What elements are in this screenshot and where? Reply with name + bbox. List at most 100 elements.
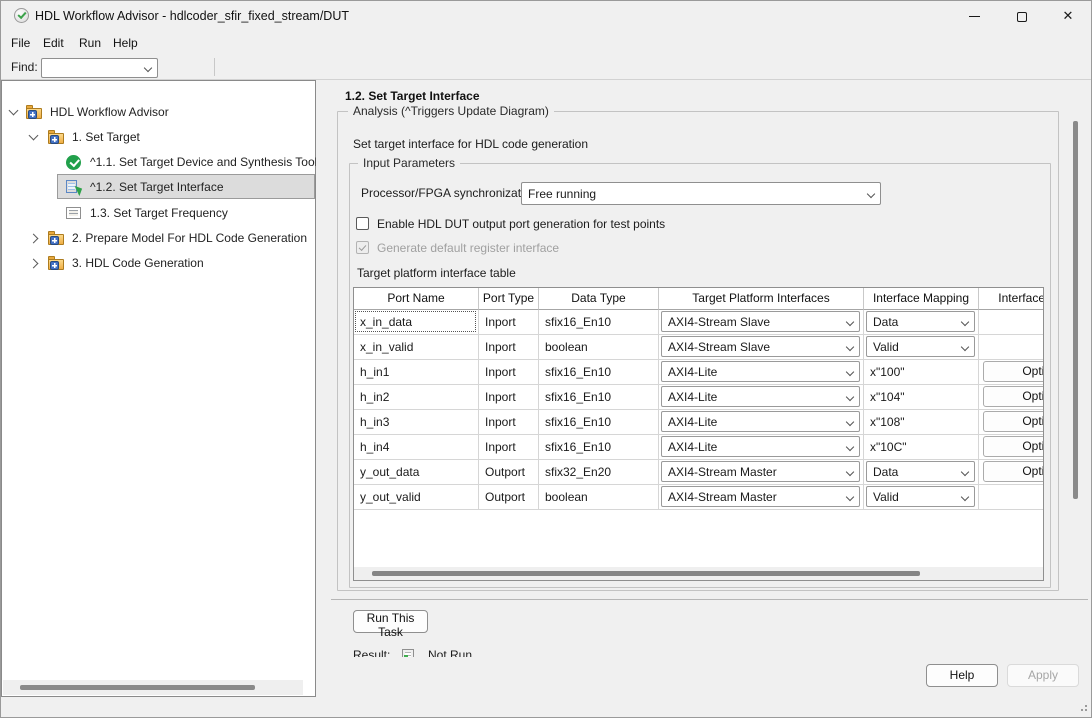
sync-select[interactable]: Free running [521,182,881,205]
tree-horizontal-scrollbar[interactable] [3,680,303,695]
target-platform-interface-select[interactable]: AXI4-Stream Slave [661,311,860,332]
menu-help[interactable]: Help [113,36,138,50]
port-type-cell: Outport [479,485,538,509]
register-interface-checkbox [356,241,369,254]
tree-item-set-target-interface[interactable]: ^1.2. Set Target Interface [2,175,312,199]
panel-vertical-scrollbar[interactable] [1073,121,1078,499]
interface-mapping-select[interactable]: Data [866,461,975,482]
maximize-button[interactable] [999,1,1045,31]
interface-options-button[interactable]: Options [983,461,1044,482]
close-button[interactable]: ✕ [1045,1,1091,31]
interface-mapping-select[interactable]: Valid [866,486,975,507]
result-status-icon [402,649,414,657]
testpoints-checkbox-label[interactable]: Enable HDL DUT output port generation fo… [377,217,665,231]
target-platform-interface-select[interactable]: AXI4-Lite [661,361,860,382]
port-type-cell: Inport [479,360,538,384]
port-name-cell[interactable]: h_in3 [354,410,478,434]
resize-grip[interactable] [1079,703,1087,711]
interface-mapping-address-cell[interactable]: x"100" [864,360,978,384]
tree-item-set-target[interactable]: 1. Set Target [2,125,312,149]
minimize-button[interactable] [951,1,997,31]
table-row: h_in4 Inport sfix16_En10 AXI4-Lite x"10C… [354,435,1044,460]
workflow-folder-icon [48,130,65,144]
table-horizontal-scrollbar[interactable] [354,567,1044,580]
port-type-cell: Outport [479,460,538,484]
interface-mapping-select[interactable]: Valid [866,336,975,357]
tree-item-label: 1.3. Set Target Frequency [90,201,228,225]
port-name-cell[interactable]: h_in1 [354,360,478,384]
port-name-cell[interactable]: x_in_valid [354,335,478,359]
chevron-down-icon [846,343,854,351]
chevron-down-icon [846,468,854,476]
port-name-cell[interactable]: y_out_data [354,460,478,484]
tree-scrollbar-thumb[interactable] [20,685,255,690]
tree-item-set-target-device[interactable]: ^1.1. Set Target Device and Synthesis To… [2,150,312,174]
menu-bar: File Edit Run Help [1,31,1091,55]
target-platform-interface-select[interactable]: AXI4-Stream Master [661,486,860,507]
target-platform-interface-select[interactable]: AXI4-Lite [661,436,860,457]
task-panel-scroll-area: 1.2. Set Target Interface Analysis (^Tri… [316,80,1092,657]
table-row: h_in1 Inport sfix16_En10 AXI4-Lite x"100… [354,360,1044,385]
toolbar-separator [214,58,215,76]
data-type-cell: sfix16_En10 [539,310,658,334]
help-button[interactable]: Help [926,664,998,687]
run-this-task-button[interactable]: Run This Task [353,610,428,633]
title-bar[interactable]: HDL Workflow Advisor - hdlcoder_sfir_fix… [1,1,1091,31]
table-row: x_in_valid Inport boolean AXI4-Stream Sl… [354,335,1044,360]
chevron-expanded-icon[interactable] [29,131,39,141]
menu-run[interactable]: Run [79,36,101,50]
tree-item-hdl-workflow-advisor[interactable]: HDL Workflow Advisor [2,100,312,124]
target-platform-interface-select[interactable]: AXI4-Stream Master [661,461,860,482]
tree-item-prepare-model[interactable]: 2. Prepare Model For HDL Code Generation [2,226,312,250]
port-type-cell: Inport [479,385,538,409]
col-header-port-type: Port Type [479,288,539,310]
tree-item-label: HDL Workflow Advisor [50,100,169,124]
analysis-group-legend: Analysis (^Triggers Update Diagram) [348,104,554,118]
task-list-icon [66,207,81,219]
data-type-cell: boolean [539,485,658,509]
col-header-data-type: Data Type [539,288,659,310]
interface-options-button[interactable]: Options [983,436,1044,457]
chevron-expanded-icon[interactable] [9,106,19,116]
target-platform-interface-select[interactable]: AXI4-Stream Slave [661,336,860,357]
workflow-folder-icon [48,256,65,270]
menu-file[interactable]: File [11,36,30,50]
testpoints-checkbox[interactable] [356,217,369,230]
interface-options-button[interactable]: Options [983,361,1044,382]
interface-options-button[interactable]: Options [983,411,1044,432]
tree-item-hdl-code-generation[interactable]: 3. HDL Code Generation [2,251,312,275]
target-platform-interface-select[interactable]: AXI4-Lite [661,386,860,407]
table-row: h_in3 Inport sfix16_En10 AXI4-Lite x"108… [354,410,1044,435]
interface-options-button[interactable]: Options [983,386,1044,407]
target-platform-interface-select[interactable]: AXI4-Lite [661,411,860,432]
table-scrollbar-thumb[interactable] [372,571,920,576]
sync-label: Processor/FPGA synchronization: [361,186,540,200]
port-name-cell[interactable]: x_in_data [354,310,478,334]
interface-mapping-address-cell[interactable]: x"108" [864,410,978,434]
apply-button[interactable]: Apply [1007,664,1079,687]
interface-mapping-address-cell[interactable]: x"104" [864,385,978,409]
register-interface-checkbox-label: Generate default register interface [377,241,559,255]
result-label: Result: [353,648,390,657]
port-name-cell[interactable]: h_in2 [354,385,478,409]
col-header-target-platform-interfaces: Target Platform Interfaces [659,288,864,310]
find-input[interactable] [41,58,158,78]
port-type-cell: Inport [479,335,538,359]
interface-mapping-address-cell[interactable]: x"10C" [864,435,978,459]
maximize-icon [1017,12,1027,22]
tree-item-label: ^1.1. Set Target Device and Synthesis To… [90,150,317,174]
interface-table-caption: Target platform interface table [357,266,516,280]
interface-mapping-select[interactable]: Data [866,311,975,332]
chevron-collapsed-icon[interactable] [29,259,39,269]
find-text-field[interactable] [46,60,138,76]
port-name-cell[interactable]: h_in4 [354,435,478,459]
input-parameters-legend: Input Parameters [358,156,460,170]
chevron-collapsed-icon[interactable] [29,234,39,244]
tree-item-label: 3. HDL Code Generation [72,251,204,275]
table-row: y_out_valid Outport boolean AXI4-Stream … [354,485,1044,510]
port-type-cell: Inport [479,435,538,459]
chevron-down-icon[interactable] [144,64,152,72]
menu-edit[interactable]: Edit [43,36,64,50]
port-name-cell[interactable]: y_out_valid [354,485,478,509]
tree-item-set-target-frequency[interactable]: 1.3. Set Target Frequency [2,201,312,225]
